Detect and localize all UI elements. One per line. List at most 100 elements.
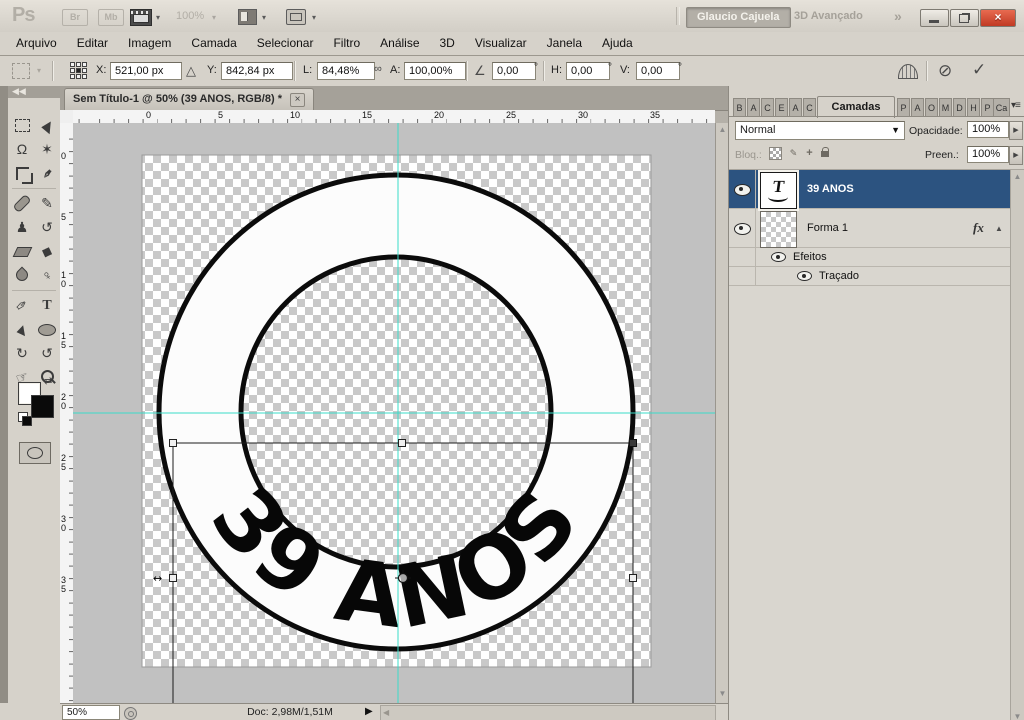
menu-visualizar[interactable]: Visualizar	[465, 32, 537, 55]
screen-mode-dropdown-icon[interactable]: ▾	[312, 13, 316, 22]
handle-middle-left[interactable]	[169, 574, 177, 582]
tool-preset-icon[interactable]	[12, 63, 41, 79]
screen-mode-icon[interactable]	[286, 9, 306, 25]
warp-mode-icon[interactable]	[898, 64, 918, 79]
workspace-overflow-chevron[interactable]: »	[894, 8, 902, 24]
background-color-swatch[interactable]	[31, 395, 54, 418]
layer-thumbnail-text[interactable]: T	[758, 170, 799, 211]
eraser-tool[interactable]	[10, 240, 34, 263]
panel-tab[interactable]: D	[953, 98, 966, 117]
zoom-percent-field[interactable]: 50%	[62, 705, 120, 720]
hskew-field[interactable]: 0,00	[566, 62, 610, 80]
blend-mode-select[interactable]: Normal ▼	[735, 121, 905, 140]
launch-bridge-icon[interactable]	[130, 9, 152, 26]
layer-name[interactable]: Forma 1	[807, 222, 848, 234]
panel-tab[interactable]: A	[911, 98, 924, 117]
ellipse-tool[interactable]	[35, 318, 59, 341]
tab-camadas-active[interactable]: Camadas	[817, 96, 895, 118]
scroll-up-icon[interactable]: ▲	[1011, 172, 1024, 181]
opacity-spinner-icon[interactable]: ▶	[1009, 121, 1023, 140]
menu-arquivo[interactable]: Arquivo	[6, 32, 67, 55]
canvas-viewport[interactable]: 39 ANOS ↔	[73, 123, 715, 703]
panel-tab-clipped[interactable]: Ca	[993, 98, 1010, 117]
status-menu-icon[interactable]: ▶	[365, 706, 373, 717]
clone-stamp-tool[interactable]: ♟	[10, 216, 34, 239]
zoom-level-control[interactable]: 100%	[176, 10, 204, 22]
panel-tab[interactable]: P	[897, 98, 910, 117]
close-button[interactable]: ×	[980, 9, 1016, 27]
menu-camada[interactable]: Camada	[181, 32, 246, 55]
visibility-eye-icon[interactable]	[771, 252, 786, 262]
menu-imagem[interactable]: Imagem	[118, 32, 181, 55]
arrange-documents-icon[interactable]	[238, 9, 257, 25]
workspace-button-secondary[interactable]: 3D Avançado	[794, 10, 863, 22]
magic-wand-tool[interactable]: ✶	[35, 138, 59, 161]
lock-image-pixels-icon[interactable]: ✎	[787, 147, 800, 160]
panel-tab[interactable]: A	[789, 98, 802, 117]
menu-analise[interactable]: Análise	[370, 32, 429, 55]
handle-top-center[interactable]	[398, 439, 406, 447]
healing-brush-tool[interactable]	[10, 192, 34, 215]
3d-orbit-tool[interactable]: ↺	[35, 342, 59, 365]
panel-tab[interactable]: H	[967, 98, 980, 117]
layer-thumbnail-shape[interactable]	[760, 211, 797, 248]
menu-3d[interactable]: 3D	[430, 32, 465, 55]
panel-tab[interactable]: A	[747, 98, 760, 117]
history-brush-tool[interactable]: ↺	[35, 216, 59, 239]
workspace-button-active[interactable]: Glaucio Cajuela	[686, 7, 791, 28]
visibility-eye-icon[interactable]	[734, 184, 751, 196]
menu-janela[interactable]: Janela	[537, 32, 592, 55]
layer-name[interactable]: 39 ANOS	[807, 183, 854, 195]
paint-bucket-tool[interactable]: ◆	[35, 240, 59, 263]
collapse-effects-icon[interactable]: ▲	[995, 224, 1003, 233]
panel-tab[interactable]: M	[939, 98, 952, 117]
panel-tab[interactable]: O	[925, 98, 938, 117]
fx-badge[interactable]: fx	[973, 220, 984, 236]
panel-tab[interactable]: C	[803, 98, 816, 117]
menu-selecionar[interactable]: Selecionar	[247, 32, 324, 55]
lock-transparent-pixels-icon[interactable]	[769, 147, 782, 160]
menu-filtro[interactable]: Filtro	[323, 32, 370, 55]
minimize-button[interactable]	[920, 9, 949, 27]
width-scale-field[interactable]: 84,48%	[317, 62, 375, 80]
brush-tool[interactable]: ✎	[35, 192, 59, 215]
visibility-eye-icon[interactable]	[734, 223, 751, 235]
vertical-scrollbar[interactable]: ▲ ▼	[715, 123, 729, 703]
menu-editar[interactable]: Editar	[67, 32, 118, 55]
scroll-left-icon[interactable]: ◀	[383, 708, 389, 717]
film-dropdown-icon[interactable]: ▾	[156, 13, 160, 22]
fill-spinner-icon[interactable]: ▶	[1009, 146, 1023, 165]
3d-rotate-tool[interactable]: ↻	[10, 342, 34, 365]
rectangular-marquee-tool[interactable]	[10, 114, 34, 137]
quick-mask-button[interactable]	[19, 442, 51, 464]
zoom-dropdown-icon[interactable]: ▾	[212, 13, 216, 22]
horizontal-scrollbar[interactable]: ◀	[380, 705, 716, 720]
height-scale-field[interactable]: 100,00%	[404, 62, 466, 80]
handle-top-left[interactable]	[169, 439, 177, 447]
document-tab[interactable]: Sem Título-1 @ 50% (39 ANOS, RGB/8) * ×	[64, 88, 314, 110]
cancel-transform-icon[interactable]: ⊘	[938, 61, 952, 81]
visibility-eye-icon[interactable]	[797, 271, 812, 281]
rotate-angle-field[interactable]: 0,00	[492, 62, 536, 80]
dodge-tool[interactable]: ♀	[35, 264, 59, 287]
x-position-field[interactable]: 521,00 px	[110, 62, 182, 80]
move-tool[interactable]: ▶	[35, 114, 59, 137]
opacity-field[interactable]: 100%	[967, 121, 1009, 138]
lasso-tool[interactable]: Ω	[10, 138, 34, 161]
pen-tool[interactable]: ✑	[10, 294, 34, 317]
handle-top-right[interactable]	[629, 439, 637, 447]
mobile-button[interactable]: Mb	[98, 9, 124, 26]
handle-middle-right[interactable]	[629, 574, 637, 582]
scroll-down-icon[interactable]: ▼	[1011, 712, 1024, 720]
panel-menu-icon[interactable]: ▾≡	[1011, 100, 1021, 111]
panel-scrollbar[interactable]: ▲ ▼	[1010, 170, 1024, 720]
vskew-field[interactable]: 0,00	[636, 62, 680, 80]
type-tool[interactable]: T	[35, 294, 59, 317]
stroke-effect-row[interactable]: Traçado	[729, 267, 1024, 286]
lock-position-icon[interactable]: +	[803, 147, 816, 160]
link-dimensions-icon[interactable]: ∞	[374, 63, 382, 75]
menu-ajuda[interactable]: Ajuda	[592, 32, 643, 55]
status-icon[interactable]	[124, 707, 137, 720]
swap-colors-icon[interactable]: ⇄	[44, 376, 52, 387]
horizontal-ruler[interactable]: 0 5 10 15 20 25 30 35	[73, 110, 715, 124]
